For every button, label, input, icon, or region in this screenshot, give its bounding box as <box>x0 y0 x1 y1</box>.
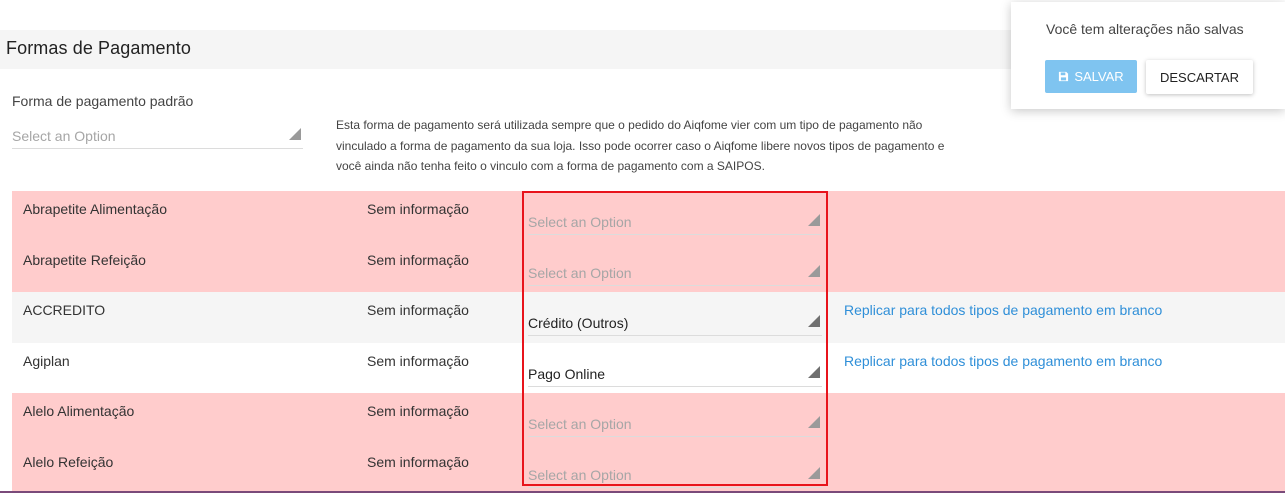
default-payment-label: Forma de pagamento padrão <box>12 93 194 109</box>
payment-info: Sem informação <box>367 403 469 419</box>
payment-name: Alelo Refeição <box>23 453 114 470</box>
payment-info: Sem informação <box>367 251 469 268</box>
table-row: Abrapetite Alimentação Sem informação Se… <box>12 191 1285 242</box>
section-title: Formas de Pagamento <box>6 38 191 58</box>
payment-mapping-select[interactable]: Select an Option <box>528 205 822 235</box>
select-arrow-icon <box>808 416 820 428</box>
payment-mapping-select-value: Select an Option <box>528 214 632 230</box>
default-payment-select[interactable]: Select an Option <box>12 119 303 149</box>
payment-mapping-select-value: Pago Online <box>528 365 606 382</box>
payment-info: Sem informação <box>367 453 469 470</box>
table-row: Agiplan Sem informação Pago Online Repli… <box>12 342 1285 393</box>
select-arrow-icon <box>808 315 820 327</box>
payment-mapping-select-value: Select an Option <box>528 466 632 483</box>
payment-mapping-select[interactable]: Crédito (Outros) <box>528 306 822 336</box>
select-arrow-icon <box>808 365 820 378</box>
payment-mapping-select-value: Select an Option <box>528 264 632 281</box>
select-arrow-icon <box>808 264 820 277</box>
payment-name: Abrapetite Refeição <box>23 251 146 268</box>
table-row: Alelo Refeição Sem informação Select an … <box>12 443 1285 493</box>
payment-name: Abrapetite Alimentação <box>23 201 167 217</box>
unsaved-changes-panel: Você tem alterações não salvas SALVAR DE… <box>1011 2 1285 109</box>
table-row: ACCREDITO Sem informação Crédito (Outros… <box>12 292 1285 343</box>
payment-info: Sem informação <box>367 201 469 217</box>
select-arrow-icon <box>808 466 820 479</box>
default-payment-description: Esta forma de pagamento será utilizada s… <box>336 118 945 173</box>
table-row: Alelo Alimentação Sem informação Select … <box>12 393 1285 444</box>
select-arrow-icon <box>289 128 301 140</box>
payment-mapping-select-value: Select an Option <box>528 416 632 432</box>
payment-mapping-select[interactable]: Select an Option <box>528 256 822 286</box>
unsaved-changes-message: Você tem alterações não salvas <box>1046 21 1244 37</box>
floppy-disk-icon <box>1059 71 1069 82</box>
payment-mapping-select[interactable]: Select an Option <box>528 407 822 437</box>
replicate-link[interactable]: Replicar para todos tipos de pagamento e… <box>844 353 1162 369</box>
default-payment-select-value: Select an Option <box>12 128 116 144</box>
discard-button[interactable]: DESCARTAR <box>1146 60 1253 94</box>
payment-info: Sem informação <box>367 352 469 369</box>
replicate-link[interactable]: Replicar para todos tipos de pagamento e… <box>844 302 1162 318</box>
payment-name: Alelo Alimentação <box>23 403 135 419</box>
payment-name: ACCREDITO <box>23 302 106 318</box>
payment-mapping-select-value: Crédito (Outros) <box>528 315 629 331</box>
payment-info: Sem informação <box>367 302 469 318</box>
select-arrow-icon <box>808 214 820 226</box>
payment-name: Agiplan <box>23 352 70 369</box>
payment-settings-page: Formas de Pagamento Forma de pagamento p… <box>0 0 1285 493</box>
payment-mapping-select[interactable]: Select an Option <box>528 458 822 488</box>
payment-mapping-table: Abrapetite Alimentação Sem informação Se… <box>12 191 1285 493</box>
payment-mapping-select[interactable]: Pago Online <box>528 357 822 387</box>
table-row: Abrapetite Refeição Sem informação Selec… <box>12 241 1285 292</box>
save-button-label: SALVAR <box>1074 69 1124 84</box>
save-button[interactable]: SALVAR <box>1045 60 1137 93</box>
discard-button-label: DESCARTAR <box>1160 69 1239 85</box>
